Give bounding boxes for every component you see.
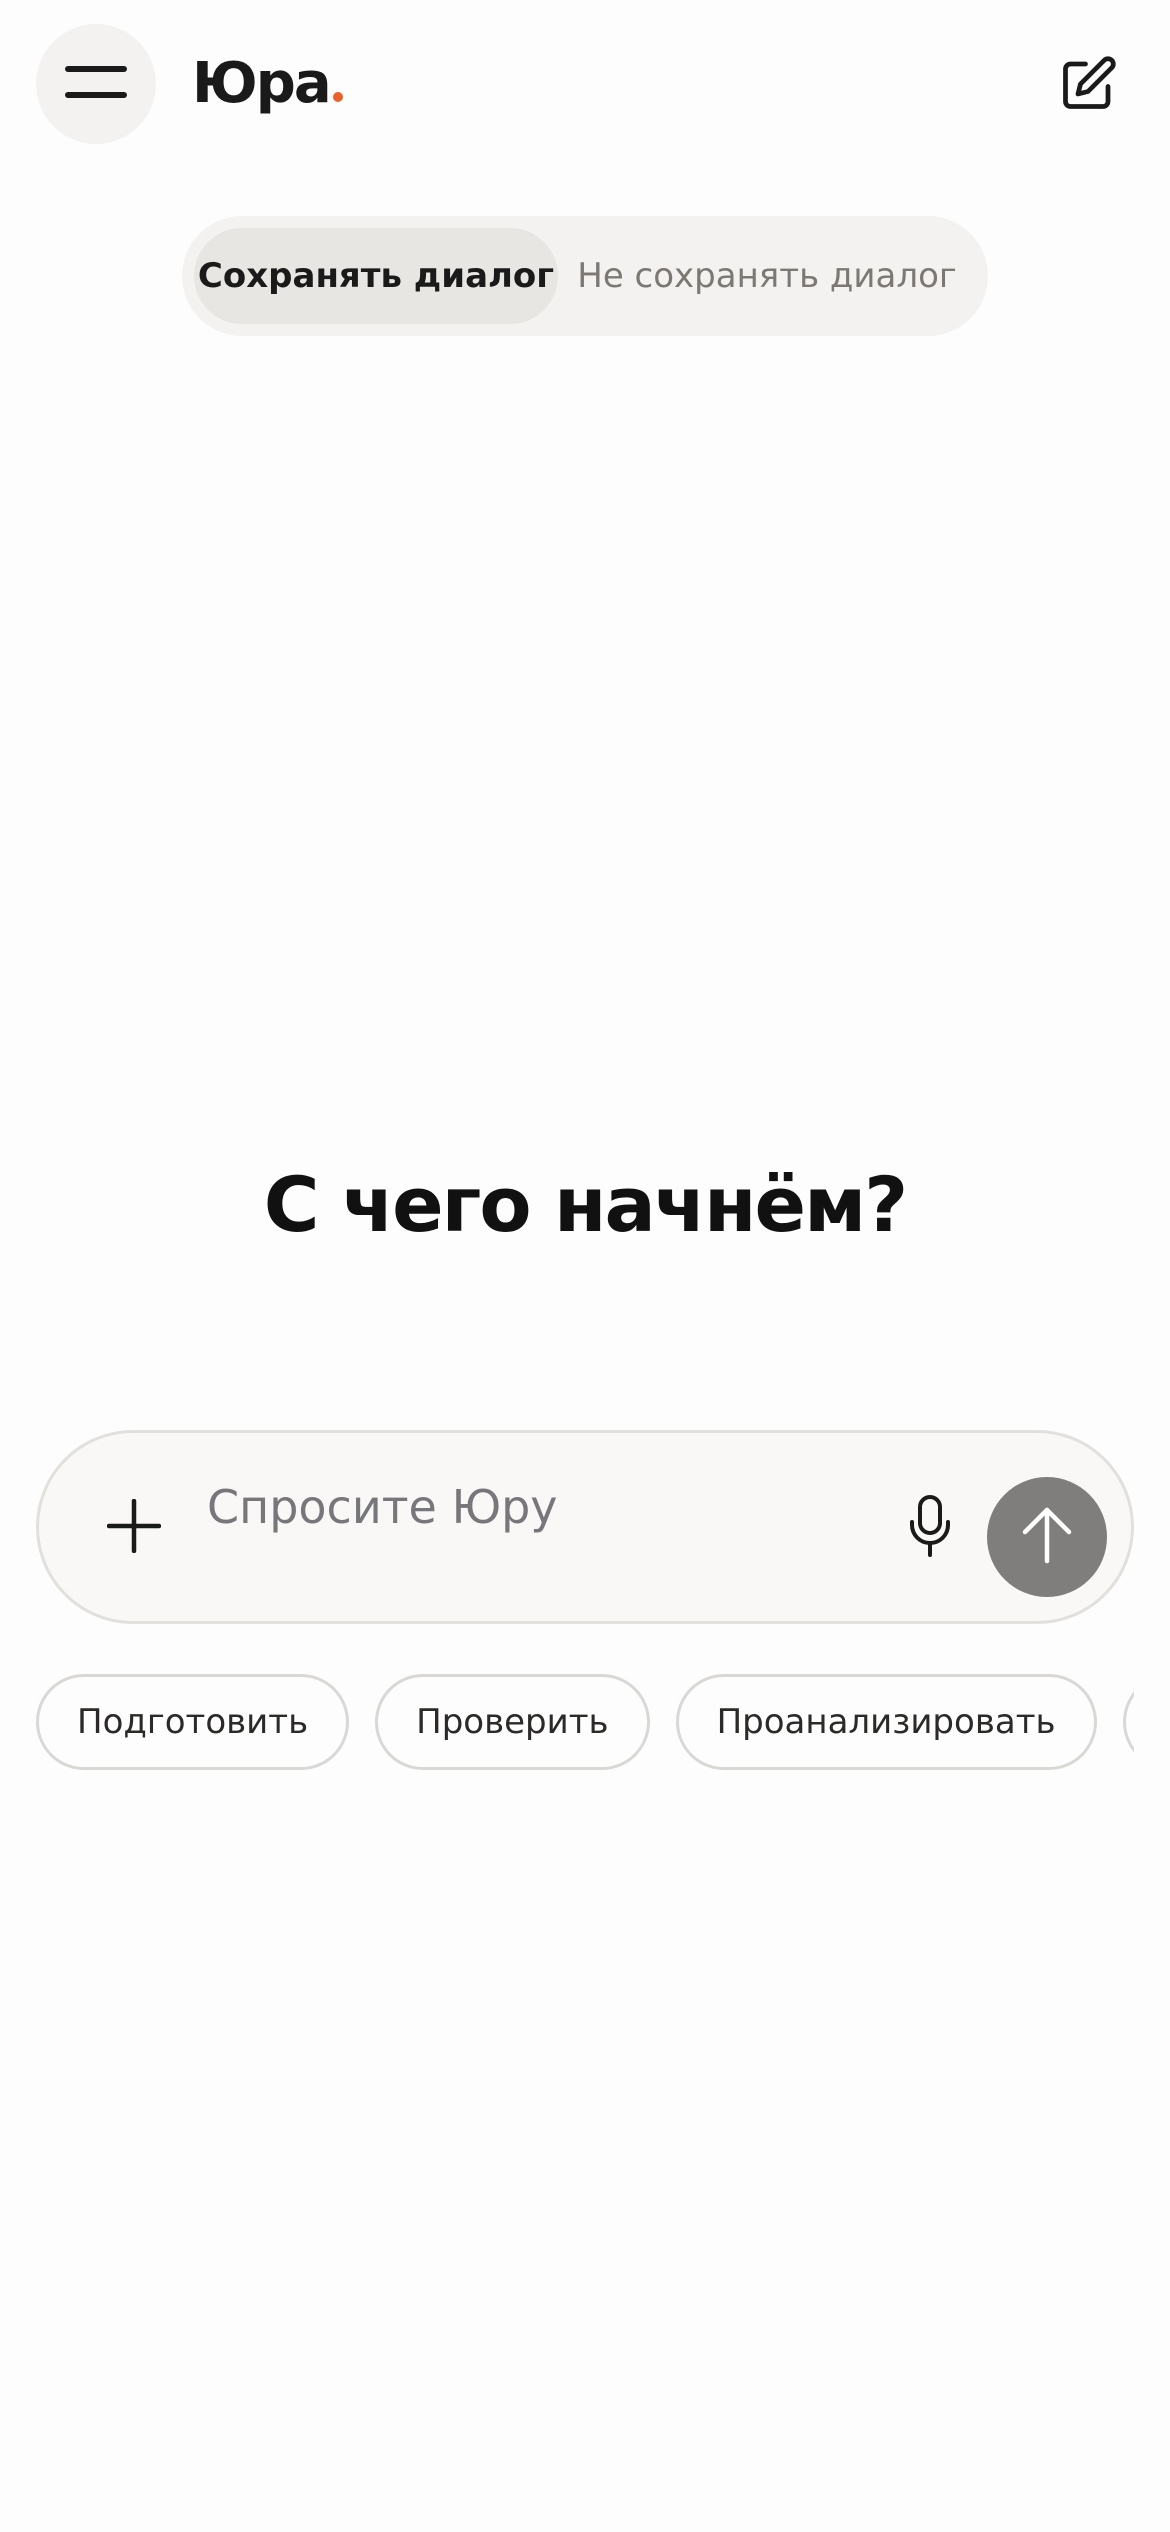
voice-input-button[interactable] xyxy=(885,1483,975,1573)
microphone-icon xyxy=(908,1494,952,1562)
dont-save-dialog-option[interactable]: Не сохранять диалог xyxy=(558,228,976,324)
save-dialog-option[interactable]: Сохранять диалог xyxy=(194,228,558,324)
new-chat-button[interactable] xyxy=(1042,40,1134,132)
attach-button[interactable] xyxy=(89,1483,179,1573)
send-button[interactable] xyxy=(987,1477,1107,1597)
dont-save-dialog-label: Не сохранять диалог xyxy=(577,256,957,296)
edit-pencil-icon xyxy=(1058,54,1118,118)
logo-text: Юра xyxy=(192,51,332,116)
page-title: С чего начнём? xyxy=(263,1160,909,1249)
save-dialog-toggle: Сохранять диалог Не сохранять диалог xyxy=(182,216,988,336)
save-dialog-label: Сохранять диалог xyxy=(197,256,555,296)
menu-button[interactable] xyxy=(36,24,156,144)
suggestion-chip-prepare[interactable]: Подготовить xyxy=(36,1674,350,1770)
hamburger-menu-icon xyxy=(65,65,127,103)
arrow-up-icon xyxy=(1020,1505,1074,1569)
message-composer xyxy=(36,1430,1134,1624)
chat-start-screen: Юра Сохранять диалог Не сохранять диалог… xyxy=(0,0,1170,2532)
suggestion-chip-check[interactable]: Проверить xyxy=(375,1674,650,1770)
plus-icon xyxy=(106,1498,162,1557)
suggestion-chip-more[interactable]: Н xyxy=(1122,1674,1134,1770)
message-input[interactable] xyxy=(207,1469,847,1545)
app-logo: Юра xyxy=(192,50,343,118)
logo-dot xyxy=(332,92,343,102)
suggestion-chips: Подготовить Проверить Проанализировать Н xyxy=(36,1674,1134,1770)
suggestion-chip-analyze[interactable]: Проанализировать xyxy=(675,1674,1097,1770)
